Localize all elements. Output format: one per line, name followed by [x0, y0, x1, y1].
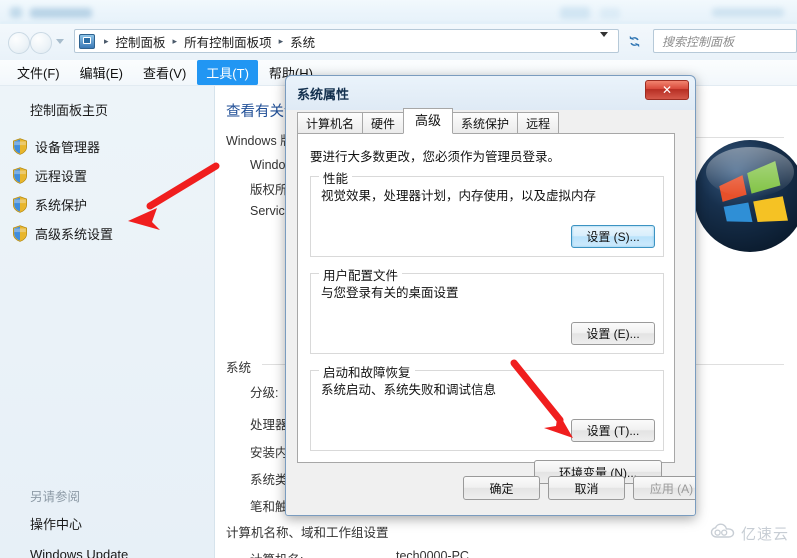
shield-icon [12, 138, 28, 155]
user-profiles-settings-button[interactable]: 设置 (E)... [571, 322, 655, 345]
tab-hardware[interactable]: 硬件 [362, 112, 405, 134]
sidebar-link-list: 设备管理器 远程设置 系统保护 高级系统设置 [12, 132, 212, 248]
back-button[interactable] [8, 32, 30, 54]
cloud-icon [710, 523, 736, 544]
sidebar-item-device-manager[interactable]: 设备管理器 [12, 132, 212, 161]
dialog-title-bar[interactable]: 系统属性 ✕ [286, 76, 695, 108]
address-bar: ▸ 控制面板 ▸ 所有控制面板项 ▸ 系统 搜索控制面板 [0, 24, 797, 60]
recent-pages-chevron-icon[interactable] [56, 39, 64, 44]
blur-artifact [712, 8, 784, 17]
computer-icon [79, 33, 95, 49]
tab-system-protection[interactable]: 系统保护 [452, 112, 519, 134]
search-input[interactable]: 搜索控制面板 [653, 29, 797, 53]
user-profiles-description: 与您登录有关的桌面设置 [321, 286, 459, 300]
shield-icon [12, 167, 28, 184]
watermark-text: 亿速云 [740, 526, 789, 543]
sidebar-item-system-protection[interactable]: 系统保护 [12, 190, 212, 219]
blur-artifact [10, 7, 22, 18]
forward-button[interactable] [30, 32, 52, 54]
performance-description: 视觉效果，处理器计划，内存使用，以及虚拟内存 [321, 189, 597, 203]
blur-artifact [600, 8, 620, 19]
computer-name-heading: 计算机名称、域和工作组设置 [226, 526, 389, 540]
tab-advanced[interactable]: 高级 [403, 108, 454, 134]
ok-button[interactable]: 确定 [463, 476, 540, 500]
sidebar-item-action-center[interactable]: 操作中心 [30, 510, 128, 540]
address-dropdown-icon[interactable] [600, 32, 608, 37]
admin-note: 要进行大多数更改，您必须作为管理员登录。 [310, 150, 561, 164]
see-also-list: 操作中心 Windows Update 性能信息和工具 [30, 510, 128, 558]
navigation-buttons [8, 30, 68, 56]
search-placeholder: 搜索控制面板 [662, 34, 735, 49]
close-icon[interactable]: ✕ [645, 80, 689, 100]
computer-name-value: tech0000-PC [396, 549, 469, 558]
shield-icon [12, 225, 28, 242]
breadcrumb-separator: ▸ [172, 35, 178, 46]
sidebar-item-advanced-system-settings[interactable]: 高级系统设置 [12, 219, 212, 248]
tab-computer-name[interactable]: 计算机名 [297, 112, 364, 134]
sidebar-item-remote-settings[interactable]: 远程设置 [12, 161, 212, 190]
blur-artifact [560, 7, 590, 19]
computer-name-label: 计算机名: [250, 549, 303, 558]
breadcrumb-item-control-panel[interactable]: 控制面板 [116, 32, 166, 51]
sidebar-item-label: 设备管理器 [35, 140, 101, 155]
breadcrumb-item-all-items[interactable]: 所有控制面板项 [184, 32, 272, 51]
sidebar-item-label: 远程设置 [35, 169, 88, 184]
startup-recovery-settings-button[interactable]: 设置 (T)... [571, 419, 655, 442]
menu-item-tools[interactable]: 工具(T) [197, 60, 258, 85]
advanced-tab-pane: 要进行大多数更改，您必须作为管理员登录。 性能 视觉效果，处理器计划，内存使用，… [297, 133, 675, 484]
menu-item-view[interactable]: 查看(V) [134, 60, 195, 85]
menu-item-file[interactable]: 文件(F) [8, 60, 69, 85]
menu-item-edit[interactable]: 编辑(E) [71, 60, 132, 85]
tab-strip: 计算机名 硬件 高级 系统保护 远程 [297, 108, 560, 134]
rating-label: 分级: [250, 386, 279, 400]
startup-recovery-group: 启动和故障恢复 系统启动、系统失败和调试信息 设置 (T)... [310, 362, 664, 451]
windows-logo-icon [690, 136, 797, 256]
sidebar: 控制面板主页 设备管理器 远程设置 系统保护 高级系统设置 另请参阅 操作中心 … [0, 86, 215, 558]
performance-group: 性能 视觉效果，处理器计划，内存使用，以及虚拟内存 设置 (S)... [310, 168, 664, 257]
system-heading: 系统 [226, 361, 252, 375]
sidebar-item-label: 高级系统设置 [35, 227, 114, 242]
dialog-footer: 确定 取消 应用 (A) [295, 476, 695, 502]
shield-icon [12, 196, 28, 213]
blurred-browser-bar [0, 0, 797, 24]
sidebar-item-label: 系统保护 [35, 198, 88, 213]
startup-recovery-description: 系统启动、系统失败和调试信息 [321, 383, 497, 397]
breadcrumb-item-system[interactable]: 系统 [290, 32, 315, 51]
system-properties-dialog: 系统属性 ✕ 计算机名 硬件 高级 系统保护 远程 要进行大多数更改，您必须作为… [285, 75, 696, 516]
refresh-icon[interactable] [622, 30, 646, 53]
sidebar-item-home[interactable]: 控制面板主页 [30, 100, 108, 119]
breadcrumb[interactable]: ▸ 控制面板 ▸ 所有控制面板项 ▸ 系统 [74, 29, 619, 53]
sidebar-item-windows-update[interactable]: Windows Update [30, 540, 128, 558]
user-profiles-group: 用户配置文件 与您登录有关的桌面设置 设置 (E)... [310, 265, 664, 354]
breadcrumb-separator: ▸ [104, 35, 109, 46]
blur-artifact [30, 8, 92, 18]
tab-remote[interactable]: 远程 [517, 112, 560, 134]
dialog-body: 计算机名 硬件 高级 系统保护 远程 要进行大多数更改，您必须作为管理员登录。 … [295, 108, 695, 508]
cancel-button[interactable]: 取消 [548, 476, 625, 500]
screen: ▸ 控制面板 ▸ 所有控制面板项 ▸ 系统 搜索控制面板 文件(F) 编辑(E) [0, 0, 797, 558]
apply-button: 应用 (A) [633, 476, 695, 500]
performance-settings-button[interactable]: 设置 (S)... [571, 225, 655, 248]
watermark: 亿速云 [710, 523, 789, 544]
breadcrumb-separator: ▸ [278, 35, 284, 46]
see-also-heading: 另请参阅 [30, 490, 81, 504]
dialog-title: 系统属性 [297, 87, 350, 102]
